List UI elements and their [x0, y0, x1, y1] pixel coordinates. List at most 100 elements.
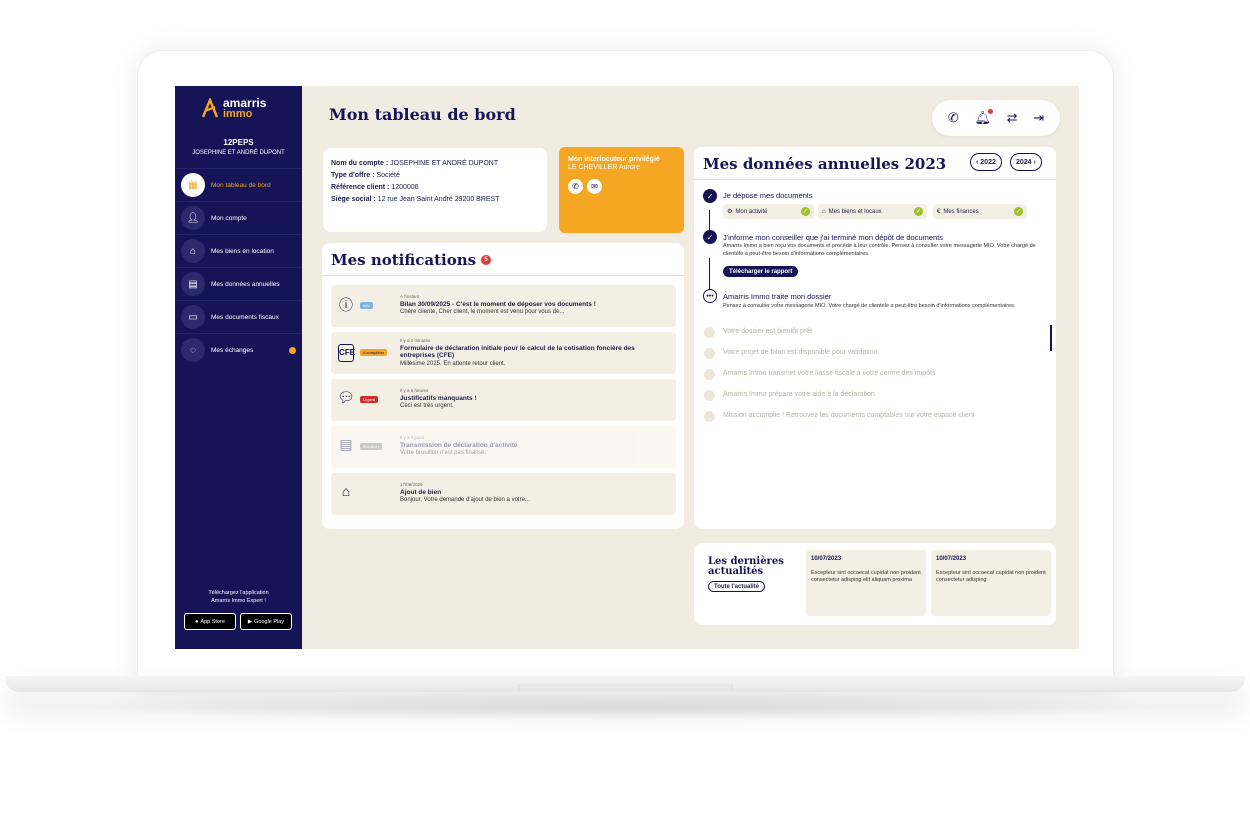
gear-icon: ⚙: [727, 209, 733, 215]
client-ref-value: 1200006: [391, 184, 419, 191]
unread-badge: [289, 346, 296, 354]
account-code: 12PEPS: [223, 138, 254, 147]
step-3-description: Pensez à consulter votre messagerie MIO.…: [723, 303, 1016, 309]
notifications-title: Mes notifications 5: [331, 251, 492, 269]
notification-body: Votre brouillon n'est pas finalisé.: [400, 450, 486, 456]
chip-label: Mes finances: [943, 208, 979, 215]
notifications-panel: Mes notifications 5 ⓘ Info A l'instant B…: [322, 243, 684, 529]
news-panel: Les dernières actualités Toute l'actuali…: [694, 543, 1056, 625]
notification-body: Millésime 2025. En attente retour client…: [400, 361, 506, 367]
contact-title: Mon interlocuteur privilégié: [568, 156, 660, 163]
app-store-button[interactable]: ● App Store: [184, 613, 236, 630]
download-report-button[interactable]: Télécharger le rapport: [723, 266, 799, 277]
in-progress-icon: •••: [703, 289, 717, 303]
step-2-title: J'informe mon conseiller que j'ai termin…: [723, 233, 944, 242]
prev-year-button[interactable]: ‹ 2022: [970, 153, 1002, 171]
chevron-right-icon: ›: [1031, 158, 1036, 166]
info-icon: ⓘ: [339, 297, 353, 313]
sidebar-item-tax-documents[interactable]: ▭ Mes documents fiscaux: [175, 300, 302, 333]
notification-item[interactable]: CFE A compléter Il y a 2 minutes Formula…: [331, 332, 676, 374]
notifications-count: 5: [481, 255, 492, 265]
pending-step: Votre projet de bilan est disponible pou…: [723, 349, 878, 356]
chip-finances[interactable]: € Mes finances ✓: [933, 204, 1027, 219]
sidebar-item-dashboard[interactable]: ▦ Mon tableau de bord: [175, 168, 302, 201]
seat-value: 12 rue Jean Saint André 29200 BREST: [377, 196, 500, 203]
annual-data-title: Mes données annuelles 2023: [703, 155, 947, 173]
account-summary: 12PEPS JOSEPHINE ET ANDRÉ DUPONT: [175, 138, 302, 156]
notification-item[interactable]: ▤ Brouillon Il y a 3 jours Transmission …: [331, 426, 676, 468]
notification-body: Bonjour, Votre demande d'ajout de bien a…: [400, 497, 530, 503]
sidebar-item-label: Mon compte: [211, 214, 247, 222]
play-icon: ▶: [247, 618, 253, 625]
euro-icon: €: [937, 208, 941, 215]
next-year-button[interactable]: 2024 ›: [1010, 153, 1042, 171]
sidebar-item-exchanges[interactable]: ◌ Mes échanges: [175, 333, 302, 366]
notification-title: Ajout de bien: [400, 489, 442, 496]
urgent-tag: Urgent: [360, 396, 379, 403]
sidebar-item-account[interactable]: 👤︎ Mon compte: [175, 201, 302, 234]
notification-item[interactable]: 💬︎ Urgent Il y a 6 heures Justificatifs …: [331, 379, 676, 421]
notifications-title-text: Mes notifications: [331, 251, 477, 269]
chat-icon: ◌: [181, 338, 205, 362]
mail-icon[interactable]: ✉: [587, 179, 602, 194]
all-news-button[interactable]: Toute l'actualité: [708, 581, 765, 592]
prev-year-label: 2022: [980, 158, 996, 166]
dashboard-icon: ▦: [181, 173, 205, 197]
notification-item[interactable]: ⓘ Info A l'instant Bilan 30/09/2025 - C'…: [331, 285, 676, 327]
switch-icon[interactable]: ⇄: [1007, 110, 1018, 126]
app-promo-line2: Amarris Immo Expert !: [211, 598, 266, 604]
offer-label: Type d'offre :: [331, 172, 375, 179]
bell-icon[interactable]: 🔔︎: [974, 109, 993, 126]
news-item[interactable]: 10/07/2023 Excepteur sint occaecat cupid…: [931, 550, 1051, 616]
pending-step-dot: [704, 390, 715, 401]
to-complete-tag: A compléter: [360, 349, 388, 356]
step-3-title: Amarris Immo traite mon dossier: [723, 292, 832, 301]
phone-icon[interactable]: ✆: [948, 110, 959, 126]
sidebar-item-properties[interactable]: ⌂ Mes biens en location: [175, 234, 302, 267]
notification-time: Il y a 6 heures: [400, 388, 429, 393]
sidebar-item-annual-data[interactable]: ▤ Mes données annuelles: [175, 267, 302, 300]
top-actions: ✆ 🔔︎ ⇄ ⇥: [932, 100, 1060, 136]
page-title: Mon tableau de bord: [329, 105, 516, 124]
chip-activity[interactable]: ⚙ Mon activité ✓: [723, 204, 814, 219]
pending-step: Votre dossier est bientôt prêt: [723, 328, 813, 335]
check-icon: ✓: [801, 207, 810, 216]
brand-logo[interactable]: amarris immo: [201, 97, 266, 120]
account-info-card: Nom du compte : JOSEPHINE ET ANDRÉ DUPON…: [323, 148, 547, 232]
account-name: JOSEPHINE ET ANDRÉ DUPONT: [192, 150, 285, 156]
chip-label: Mon activité: [735, 208, 768, 215]
google-play-button[interactable]: ▶ Google Play: [240, 613, 292, 630]
pending-step: Amarris Immo transmet votre liasse fisca…: [723, 370, 936, 377]
step-connector: [709, 210, 710, 230]
pending-step-dot: [704, 411, 715, 422]
news-item[interactable]: 10/07/2023 Excepteur sint occaecat cupid…: [806, 550, 926, 616]
scrollbar-thumb[interactable]: [1050, 325, 1052, 351]
apple-icon: ●: [195, 618, 199, 625]
notification-time: 17/09/2025: [400, 482, 423, 487]
contact-card: Mon interlocuteur privilégié LE CHEVILLE…: [559, 147, 684, 233]
house-icon: ⌂: [341, 483, 351, 499]
notification-body: Ceci est très urgent.: [400, 403, 454, 409]
sidebar-item-label: Mes biens en location: [211, 247, 274, 255]
logo-text-line2: immo: [223, 108, 253, 120]
notification-body: Chère cliente, Cher client, le moment es…: [400, 309, 565, 315]
phone-icon[interactable]: ✆: [568, 179, 583, 194]
account-name-value: JOSEPHINE ET ANDRÉ DUPONT: [390, 160, 499, 167]
document-icon: ▤: [339, 436, 353, 452]
divider: [694, 179, 1056, 180]
cfe-document-icon: CFE: [338, 344, 355, 362]
house-icon: ⌂: [181, 239, 205, 263]
notification-time: A l'instant: [400, 294, 420, 299]
chip-properties[interactable]: ⌂ Mes biens et locaux ✓: [818, 204, 927, 219]
pending-step-dot: [704, 369, 715, 380]
app-promo-text: Téléchargez l'application Amarris Immo E…: [175, 589, 302, 605]
pending-step-dot: [704, 327, 715, 338]
notification-dot: [987, 109, 993, 114]
logout-icon[interactable]: ⇥: [1033, 110, 1044, 126]
notification-item[interactable]: ⌂ 17/09/2025 Ajout de bien Bonjour, Votr…: [331, 473, 676, 515]
check-icon: ✓: [703, 230, 717, 244]
contact-actions: ✆ ✉: [568, 179, 675, 194]
notification-title: Bilan 30/09/2025 - C'est le moment de dé…: [400, 301, 596, 308]
notification-title: Formulaire de déclaration initiale pour …: [400, 345, 635, 359]
check-icon: ✓: [703, 189, 717, 203]
